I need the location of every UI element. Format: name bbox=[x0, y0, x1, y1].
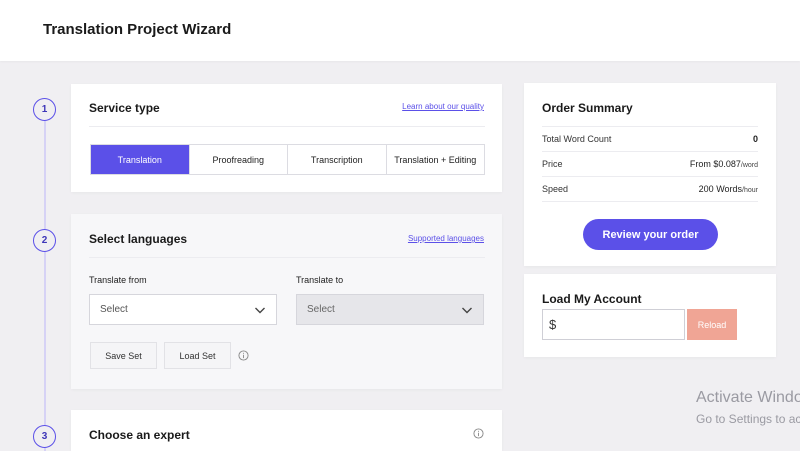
price-value: From $0.087/word bbox=[690, 159, 758, 169]
word-count-label: Total Word Count bbox=[542, 134, 612, 144]
divider bbox=[89, 126, 485, 127]
service-type-card: Service type Learn about our quality Tra… bbox=[71, 84, 502, 192]
currency-symbol: $ bbox=[549, 317, 557, 332]
page-title: Translation Project Wizard bbox=[43, 21, 232, 38]
price-label: Price bbox=[542, 159, 563, 169]
amount-input[interactable]: $ bbox=[542, 309, 685, 340]
summary-row-word-count: Total Word Count 0 bbox=[542, 127, 758, 152]
translate-from-label: Translate from bbox=[89, 275, 147, 285]
wizard-timeline bbox=[44, 109, 46, 451]
summary-row-speed: Speed 200 Words/hour bbox=[542, 177, 758, 202]
translate-from-select[interactable]: Select bbox=[89, 294, 277, 325]
reload-button[interactable]: Reload bbox=[687, 309, 737, 340]
load-account-card: Load My Account $ Reload bbox=[524, 274, 776, 357]
service-type-selector: Translation Proofreading Transcription T… bbox=[90, 144, 485, 175]
service-type-title: Service type bbox=[89, 101, 160, 115]
step-2-indicator: 2 bbox=[33, 229, 56, 252]
translate-to-value: Select bbox=[307, 304, 335, 315]
save-set-button[interactable]: Save Set bbox=[90, 342, 157, 369]
speed-unit: /hour bbox=[742, 187, 758, 194]
translate-to-select[interactable]: Select bbox=[296, 294, 484, 325]
supported-languages-link[interactable]: Supported languages bbox=[408, 234, 484, 243]
activate-windows-hint: Go to Settings to ac bbox=[696, 412, 800, 426]
word-count-value: 0 bbox=[752, 134, 758, 144]
chevron-down-icon bbox=[255, 307, 265, 314]
select-languages-card: Select languages Supported languages Tra… bbox=[71, 214, 502, 389]
select-languages-title: Select languages bbox=[89, 232, 188, 246]
order-summary-title: Order Summary bbox=[542, 101, 633, 115]
price-unit: /word bbox=[740, 162, 758, 169]
step-1-indicator: 1 bbox=[33, 98, 56, 121]
service-option-transcription[interactable]: Transcription bbox=[287, 145, 386, 174]
quality-link[interactable]: Learn about our quality bbox=[402, 102, 484, 111]
divider bbox=[89, 257, 485, 258]
summary-row-price: Price From $0.087/word bbox=[542, 152, 758, 177]
order-summary-card: Order Summary Total Word Count 0 Price F… bbox=[524, 83, 776, 266]
translate-from-value: Select bbox=[100, 304, 128, 315]
service-option-translation-editing[interactable]: Translation + Editing bbox=[385, 145, 484, 174]
service-option-translation[interactable]: Translation bbox=[91, 145, 189, 174]
load-account-title: Load My Account bbox=[542, 292, 642, 306]
translate-to-label: Translate to bbox=[296, 275, 344, 285]
speed-value: 200 Words/hour bbox=[699, 184, 758, 194]
info-icon[interactable] bbox=[473, 428, 484, 439]
review-order-button[interactable]: Review your order bbox=[583, 219, 718, 250]
speed-label: Speed bbox=[542, 184, 569, 194]
price-amount: From $0.087 bbox=[689, 159, 741, 169]
load-set-button[interactable]: Load Set bbox=[164, 342, 231, 369]
info-icon[interactable] bbox=[238, 350, 249, 361]
speed-amount: 200 Words bbox=[698, 184, 743, 194]
choose-expert-title: Choose an expert bbox=[89, 428, 190, 442]
activate-windows-watermark: Activate Windo bbox=[696, 389, 800, 406]
top-bar: Translation Project Wizard bbox=[0, 0, 800, 61]
chevron-down-icon bbox=[462, 307, 472, 314]
step-3-indicator: 3 bbox=[33, 425, 56, 448]
choose-expert-card: Choose an expert bbox=[71, 410, 502, 451]
service-option-proofreading[interactable]: Proofreading bbox=[188, 145, 287, 174]
